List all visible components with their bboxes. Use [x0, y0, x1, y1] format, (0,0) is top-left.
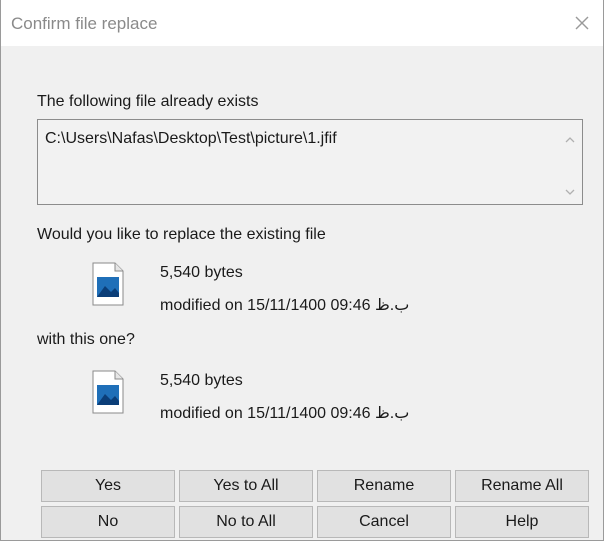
- existing-path-box[interactable]: C:\Users\Nafas\Desktop\Test\picture\1.jf…: [37, 119, 583, 205]
- no-button[interactable]: No: [41, 506, 175, 538]
- with-this-one-label: with this one?: [37, 331, 135, 348]
- no-to-all-button[interactable]: No to All: [179, 506, 313, 538]
- existing-file-modified: modified on 15/11/1400 09:46 ب.ظ: [160, 297, 410, 314]
- image-file-icon: [91, 262, 125, 306]
- new-file-modified: modified on 15/11/1400 09:46 ب.ظ: [160, 405, 410, 422]
- confirm-file-replace-dialog: Confirm file replace The following file …: [0, 0, 604, 541]
- yes-button[interactable]: Yes: [41, 470, 175, 502]
- help-button[interactable]: Help: [455, 506, 589, 538]
- close-icon[interactable]: [569, 10, 595, 36]
- existing-file-size: 5,540 bytes: [160, 264, 243, 281]
- button-area: Yes Yes to All Rename Rename All No No t…: [35, 467, 589, 541]
- title-bar: Confirm file replace: [1, 0, 603, 46]
- rename-all-button[interactable]: Rename All: [455, 470, 589, 502]
- scroll-down-icon[interactable]: [564, 184, 576, 195]
- new-file-size: 5,540 bytes: [160, 372, 243, 389]
- scroll-up-icon[interactable]: [564, 132, 576, 143]
- existing-path-text: C:\Users\Nafas\Desktop\Test\picture\1.jf…: [45, 130, 337, 147]
- rename-button[interactable]: Rename: [317, 470, 451, 502]
- existing-file-header: The following file already exists: [37, 93, 259, 110]
- yes-to-all-button[interactable]: Yes to All: [179, 470, 313, 502]
- replace-question: Would you like to replace the existing f…: [37, 226, 326, 243]
- dialog-title: Confirm file replace: [11, 14, 158, 33]
- image-file-icon: [91, 370, 125, 414]
- cancel-button[interactable]: Cancel: [317, 506, 451, 538]
